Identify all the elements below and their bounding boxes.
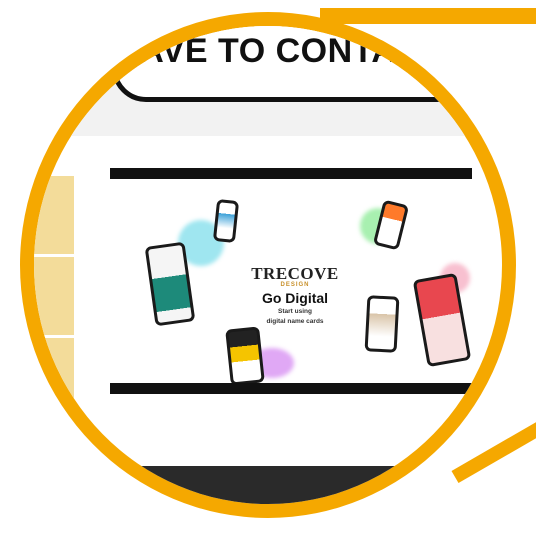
save-to-contacts-label: SAVE TO CONTACTS [116,32,466,70]
phone-mockup [364,295,400,353]
save-contact-area: SAVE TO CONTACTS [34,26,502,136]
video-headline: Go Digital [261,290,329,306]
video-tagline: digital name cards [266,318,324,325]
phone-mockup [212,198,240,244]
side-tab[interactable] [34,176,74,257]
magnifier-lens: SAVE TO CONTACTS TRECOVE DESIGN Go Digit… [20,12,516,518]
side-tab[interactable] [34,338,74,419]
services-heading: Our Services [181,502,354,504]
services-section: Our Services [34,466,502,504]
page-screen: SAVE TO CONTACTS TRECOVE DESIGN Go Digit… [34,26,502,504]
brand-block: TRECOVE DESIGN Go Digital Start using di… [250,264,340,326]
letterbox-bar [110,168,472,179]
video-tagline: Start using [278,308,312,315]
brand-logo: TRECOVE [251,264,339,283]
promo-video[interactable]: TRECOVE DESIGN Go Digital Start using di… [110,168,472,394]
save-to-contacts-button[interactable]: SAVE TO CONTACTS [112,26,470,102]
callout-line [320,8,536,24]
side-tab[interactable] [34,257,74,338]
phone-mockup [225,326,265,386]
letterbox-bar [110,383,472,394]
side-tabs [34,176,74,419]
